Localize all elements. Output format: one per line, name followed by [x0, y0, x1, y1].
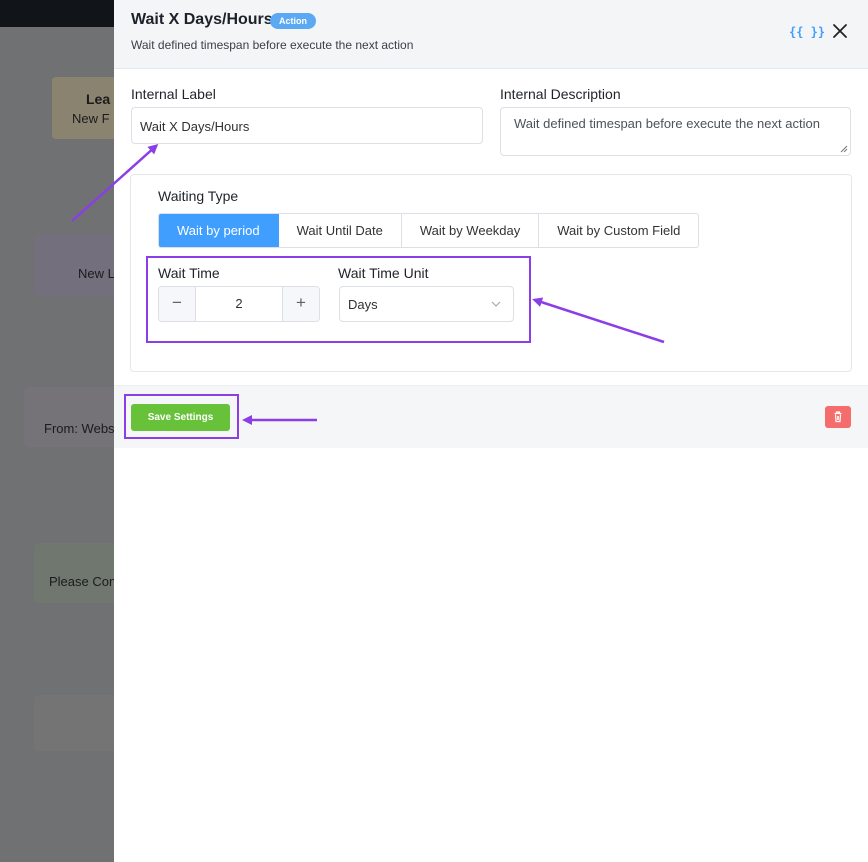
- node-label: From: Webs: [44, 421, 114, 436]
- tab-wait-by-period[interactable]: Wait by period: [159, 214, 279, 247]
- internal-label-input[interactable]: Wait X Days/Hours: [131, 107, 483, 144]
- workflow-node-please-confirm: Please Con: [34, 543, 114, 603]
- drawer-subtitle: Wait defined timespan before execute the…: [131, 38, 414, 52]
- workflow-node-lead: Lea New F: [52, 77, 114, 139]
- node-subtitle: New F: [72, 111, 110, 126]
- internal-description-text: Wait defined timespan before execute the…: [514, 116, 820, 131]
- workflow-canvas-background: Lea New F New L From: Webs Please Con: [0, 27, 114, 862]
- workflow-node-empty: [34, 695, 114, 751]
- workflow-node-from-website: From: Webs: [24, 387, 114, 447]
- workflow-node-new-lead: New L: [34, 234, 114, 296]
- close-icon[interactable]: [831, 22, 849, 40]
- waiting-type-tabs: Wait by period Wait Until Date Wait by W…: [158, 213, 700, 248]
- node-title: Lea: [86, 91, 111, 107]
- drawer-header: Wait X Days/Hours Action Wait defined ti…: [114, 0, 868, 69]
- action-badge: Action: [270, 13, 316, 29]
- internal-description-heading: Internal Description: [500, 86, 621, 102]
- resize-handle-icon[interactable]: [840, 145, 848, 153]
- node-label: Please Con: [49, 574, 114, 589]
- tab-wait-until-date[interactable]: Wait Until Date: [278, 214, 402, 247]
- tab-wait-by-weekday[interactable]: Wait by Weekday: [401, 214, 540, 247]
- delete-button[interactable]: [825, 406, 851, 428]
- internal-label-heading: Internal Label: [131, 86, 216, 102]
- trash-icon: [834, 411, 842, 423]
- annotation-highlight-wait-fields: [146, 256, 531, 343]
- annotation-highlight-save-button: [124, 394, 239, 439]
- drawer-title: Wait X Days/Hours: [131, 11, 273, 28]
- internal-description-textarea[interactable]: Wait defined timespan before execute the…: [500, 107, 851, 156]
- smartcode-icon[interactable]: {{ }}: [789, 25, 825, 39]
- node-label: New L: [78, 266, 114, 281]
- waiting-type-label: Waiting Type: [158, 188, 239, 204]
- tab-wait-by-custom-field[interactable]: Wait by Custom Field: [539, 214, 699, 247]
